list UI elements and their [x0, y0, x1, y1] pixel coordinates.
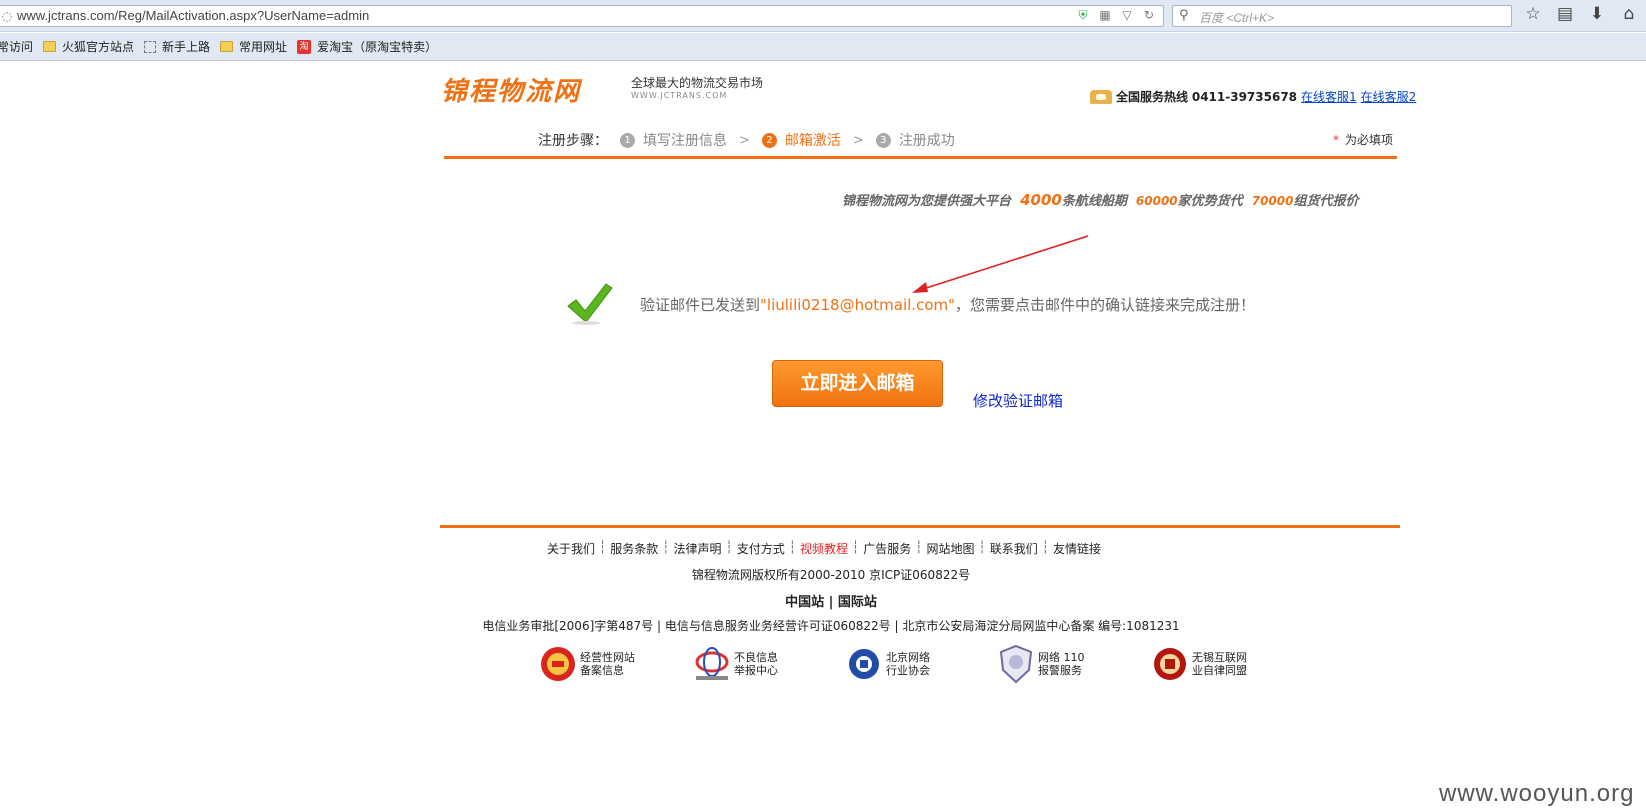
search-bar[interactable]: ⚲ 百度 <Ctrl+K>	[1172, 5, 1512, 27]
badge-report-center[interactable]: 不良信息 举报中心	[694, 644, 778, 684]
license-info: 电信业务审批[2006]字第487号 | 电信与信息服务业务经营许可证06082…	[482, 619, 1180, 633]
step-2-label: 邮箱激活	[784, 133, 841, 149]
reading-list-icon[interactable]: ▤	[1556, 4, 1574, 24]
footer-link-video[interactable]: 视频教程	[796, 540, 852, 557]
download-icon[interactable]: ⬇	[1588, 4, 1606, 24]
modify-email-link[interactable]: 修改验证邮箱	[973, 390, 1063, 411]
badge-icp-record[interactable]: 经营性网站 备案信息	[540, 644, 635, 684]
step-1-number: 1	[620, 132, 635, 148]
search-icon: ⚲	[1179, 8, 1189, 23]
promo-number-3: 70000	[1251, 194, 1294, 208]
enter-mailbox-button[interactable]: 立即进入邮箱	[772, 360, 943, 407]
service-hotline: 全国服务热线 0411-39735678 在线客服1 在线客服2	[1090, 88, 1416, 105]
police-shield-icon	[999, 644, 1033, 684]
footer-link-sitemap[interactable]: 网站地图	[922, 540, 978, 557]
copyright: 锦程物流网版权所有2000-2010 京ICP证060822号	[691, 568, 971, 582]
required-star: *	[1333, 133, 1339, 147]
station-switch: 中国站 | 国际站	[785, 595, 877, 610]
home-icon[interactable]: ⌂	[1620, 4, 1638, 24]
promo-number-2: 60000	[1135, 194, 1178, 208]
dropdown-arrow-icon[interactable]: ▽	[1119, 7, 1135, 23]
reload-icon[interactable]: ↻	[1141, 7, 1157, 23]
promo-line: 锦程物流网为您提供强大平台 4000条航线船期 60000家优势货代 70000…	[842, 191, 1359, 209]
online-service-link-1[interactable]: 在线客服1	[1301, 88, 1357, 105]
badge-beijing-network[interactable]: 北京网络 行业协会	[846, 644, 930, 684]
bookmarks-toolbar: 常访问 火狐官方站点 新手上路 常用网址 淘 爱淘宝（原淘宝特卖）	[0, 33, 1646, 61]
page-content: 锦程物流网 全球最大的物流交易市场 WWW.JCTRANS.COM 全国服务热线…	[0, 62, 1646, 807]
badge-police-110[interactable]: 网络 110 报警服务	[998, 644, 1085, 684]
footer-links: 关于我们 ┆ 服务条款 ┆ 法律声明 ┆ 支付方式 ┆ 视频教程 ┆ 广告服务 ┆ 网站地图…	[0, 540, 1646, 557]
site-identity-icon[interactable]: ◌	[0, 8, 15, 24]
report-logo-icon	[695, 647, 729, 680]
step-arrow-icon: >	[852, 132, 864, 148]
bookmark-common-sites[interactable]: 常用网址	[220, 38, 287, 55]
folder-icon	[220, 41, 234, 52]
folder-icon	[43, 41, 57, 52]
association-emblem-icon	[849, 649, 879, 679]
station-intl-link[interactable]: 国际站	[838, 595, 877, 610]
bookmark-most-visited[interactable]: 常访问	[0, 38, 33, 55]
badge-wuxi-alliance[interactable]: 无锡互联网 业自律同盟	[1152, 644, 1247, 684]
hotline-label: 全国服务热线	[1116, 90, 1189, 104]
online-service-link-2[interactable]: 在线客服2	[1361, 88, 1417, 105]
verification-message: 验证邮件已发送到"liulili0218@hotmail.com"，您需要点击邮…	[640, 296, 1256, 314]
taobao-icon: 淘	[297, 39, 312, 54]
bookmark-firefox-site[interactable]: 火狐官方站点	[43, 38, 134, 55]
registration-steps: 注册步骤： 1 填写注册信息 > 2 邮箱激活 > 3 注册成功	[538, 130, 955, 150]
bookmark-star-icon[interactable]: ☆	[1524, 4, 1542, 24]
email-address: "liulili0218@hotmail.com"	[760, 296, 956, 314]
footer-link-terms[interactable]: 服务条款	[606, 540, 662, 557]
red-arrow-annotation	[912, 235, 1089, 293]
alliance-seal-icon	[1154, 648, 1186, 680]
footer-link-legal[interactable]: 法律声明	[669, 540, 725, 557]
footer-link-ads[interactable]: 广告服务	[859, 540, 915, 557]
success-check-icon	[567, 283, 613, 325]
trust-badges: 经营性网站 备案信息 不良信息 举报中心 北京网络 行业协会 网络 110 报警…	[540, 644, 1300, 688]
step-1-label: 填写注册信息	[643, 133, 727, 149]
promo-number-1: 4000	[1020, 191, 1062, 209]
station-china-link[interactable]: 中国站	[785, 595, 824, 610]
footer-link-about[interactable]: 关于我们	[543, 540, 599, 557]
footer-link-friends[interactable]: 友情链接	[1049, 540, 1105, 557]
header-divider	[444, 156, 1397, 159]
page-icon	[144, 40, 157, 53]
footer-link-contact[interactable]: 联系我们	[986, 540, 1042, 557]
step-3-number: 3	[875, 132, 891, 148]
browser-toolbar: ◌ www.jctrans.com/Reg/MailActivation.asp…	[0, 0, 1646, 32]
seal-icon	[541, 647, 575, 681]
phone-icon	[1090, 89, 1112, 104]
logo-url: WWW.JCTRANS.COM	[631, 91, 728, 100]
step-2-number: 2	[761, 132, 777, 148]
shield-icon[interactable]: ⛨	[1075, 7, 1091, 23]
step-3-label: 注册成功	[898, 133, 955, 149]
watermark: www.wooyun.org	[1439, 780, 1635, 807]
url-text[interactable]: www.jctrans.com/Reg/MailActivation.aspx?…	[17, 8, 369, 23]
required-fields-note: * 为必填项	[1333, 133, 1394, 147]
site-logo[interactable]: 锦程物流网	[441, 71, 581, 108]
hotline-number: 0411-39735678	[1191, 89, 1298, 104]
url-bar[interactable]: ◌ www.jctrans.com/Reg/MailActivation.asp…	[0, 5, 1164, 27]
step-arrow-icon: >	[739, 132, 750, 148]
bookmark-getting-started[interactable]: 新手上路	[144, 38, 210, 55]
steps-label: 注册步骤：	[538, 133, 608, 149]
footer-link-payment[interactable]: 支付方式	[733, 540, 789, 557]
logo-slogan: 全球最大的物流交易市场	[631, 76, 764, 90]
search-placeholder[interactable]: 百度 <Ctrl+K>	[1199, 9, 1274, 26]
bookmark-ai-taobao[interactable]: 淘 爱淘宝（原淘宝特卖）	[297, 38, 437, 55]
footer-divider	[440, 525, 1400, 528]
qr-code-icon[interactable]: ▦	[1097, 7, 1113, 23]
